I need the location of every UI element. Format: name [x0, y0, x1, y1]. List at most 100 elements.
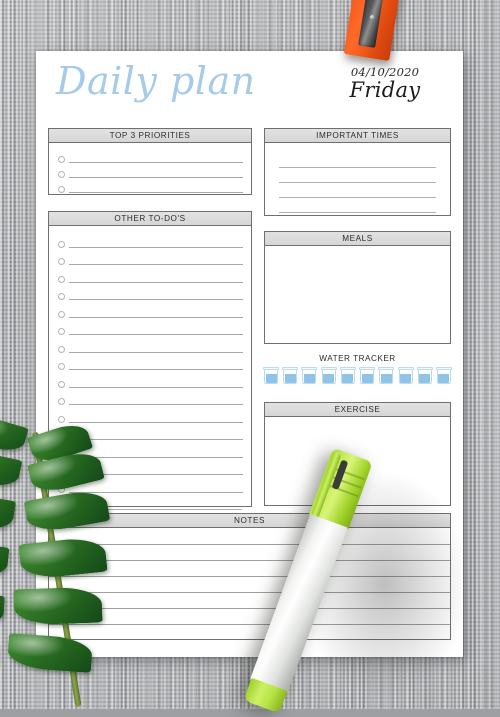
glass-rim	[416, 367, 433, 370]
date-block: 04/10/2020 Friday	[325, 65, 445, 102]
ruled-row[interactable]	[265, 169, 450, 184]
write-line[interactable]	[279, 197, 436, 198]
write-line[interactable]	[69, 316, 243, 318]
checkbox-circle-icon[interactable]	[58, 310, 65, 318]
water-glass-icon[interactable]	[282, 367, 299, 384]
plant-leaf	[0, 447, 23, 491]
weekday-value: Friday	[349, 78, 421, 102]
write-line[interactable]	[279, 167, 436, 168]
todo-row[interactable]	[49, 231, 251, 249]
checkbox-circle-icon[interactable]	[58, 186, 65, 193]
water-glass-icon[interactable]	[339, 367, 356, 384]
water-glass-icon[interactable]	[397, 367, 414, 384]
top-priorities-body[interactable]	[48, 143, 252, 195]
glass-fill	[400, 373, 412, 383]
glass-rim	[339, 367, 356, 370]
checkbox-circle-icon[interactable]	[58, 156, 65, 163]
other-todos-header: OTHER TO-DO'S	[48, 211, 252, 226]
write-line[interactable]	[69, 162, 243, 163]
ruled-row[interactable]	[265, 184, 450, 199]
meals-body[interactable]	[264, 246, 451, 344]
write-line[interactable]	[69, 192, 243, 193]
water-tracker-header: WATER TRACKER	[319, 354, 396, 363]
checkbox-circle-icon[interactable]	[58, 328, 65, 335]
glass-rim	[282, 367, 299, 370]
write-line[interactable]	[69, 177, 243, 178]
write-line[interactable]	[69, 246, 243, 248]
checkbox-circle-icon[interactable]	[58, 275, 65, 283]
todo-row[interactable]	[49, 389, 251, 407]
plant-leaf	[6, 633, 94, 673]
glass-rim	[378, 367, 395, 370]
section-water-tracker: WATER TRACKER	[263, 354, 452, 384]
checkbox-circle-icon[interactable]	[58, 398, 65, 405]
todo-row[interactable]	[49, 406, 251, 424]
todo-row[interactable]	[49, 301, 251, 319]
todo-row[interactable]	[49, 319, 251, 337]
top-priorities-header: TOP 3 PRIORITIES	[48, 128, 252, 143]
checkbox-circle-icon[interactable]	[58, 240, 65, 248]
water-glass-icon[interactable]	[435, 367, 452, 384]
glass-fill	[380, 373, 392, 383]
section-top-priorities: TOP 3 PRIORITIES	[48, 128, 252, 195]
glass-fill	[438, 373, 450, 383]
write-line[interactable]	[69, 351, 243, 353]
glass-fill	[419, 373, 431, 383]
page-title: Daily plan	[56, 59, 256, 103]
write-line[interactable]	[69, 421, 243, 423]
checkbox-circle-icon[interactable]	[58, 258, 65, 265]
checkbox-circle-icon[interactable]	[58, 363, 65, 370]
write-line[interactable]	[69, 369, 243, 370]
write-line[interactable]	[279, 212, 436, 213]
meals-header: MEALS	[264, 231, 451, 246]
todo-row[interactable]	[49, 284, 251, 302]
write-line[interactable]	[69, 281, 243, 283]
todo-row[interactable]	[49, 149, 251, 164]
water-glass-icon[interactable]	[416, 367, 433, 384]
todo-row[interactable]	[49, 249, 251, 267]
glass-rim	[301, 367, 318, 370]
water-glass-icon[interactable]	[301, 367, 318, 384]
glass-fill	[303, 373, 315, 383]
todo-row[interactable]	[49, 266, 251, 284]
todo-row[interactable]	[49, 354, 251, 372]
water-glass-icon[interactable]	[320, 367, 337, 384]
plant-leaf	[0, 592, 5, 628]
plant-leaf	[23, 487, 111, 535]
todo-row[interactable]	[49, 179, 251, 194]
todo-row[interactable]	[49, 336, 251, 354]
checkbox-circle-icon[interactable]	[58, 380, 65, 388]
water-glass-icon[interactable]	[263, 367, 279, 384]
important-times-body[interactable]	[264, 143, 451, 216]
zz-plant-branch-icon	[0, 412, 149, 717]
write-line[interactable]	[69, 264, 243, 265]
section-important-times: IMPORTANT TIMES	[264, 128, 451, 216]
plant-leaf	[0, 491, 17, 533]
write-line[interactable]	[69, 334, 243, 335]
todo-row[interactable]	[49, 164, 251, 179]
water-glass-icon[interactable]	[359, 367, 376, 384]
important-times-header: IMPORTANT TIMES	[264, 128, 451, 143]
glass-rim	[397, 367, 414, 370]
glass-rim	[263, 367, 279, 370]
section-meals: MEALS	[264, 231, 451, 344]
ruled-row[interactable]	[265, 154, 450, 169]
todo-row[interactable]	[49, 371, 251, 389]
write-line[interactable]	[279, 182, 436, 183]
date-value: 04/10/2020	[350, 65, 420, 79]
checkbox-circle-icon[interactable]	[58, 171, 65, 178]
exercise-header: EXERCISE	[264, 402, 451, 417]
water-glass-icon[interactable]	[378, 367, 395, 384]
write-line[interactable]	[69, 386, 243, 388]
write-line[interactable]	[69, 299, 243, 300]
ruled-row[interactable]	[265, 199, 450, 214]
checkbox-circle-icon[interactable]	[58, 293, 65, 300]
checkbox-circle-icon[interactable]	[58, 345, 65, 353]
water-glass-row[interactable]	[263, 367, 452, 384]
glass-rim	[320, 367, 337, 370]
checkbox-circle-icon[interactable]	[58, 415, 65, 423]
glass-fill	[265, 373, 277, 383]
glass-rim	[359, 367, 376, 370]
write-line[interactable]	[69, 404, 243, 405]
plant-leaf	[13, 586, 103, 626]
